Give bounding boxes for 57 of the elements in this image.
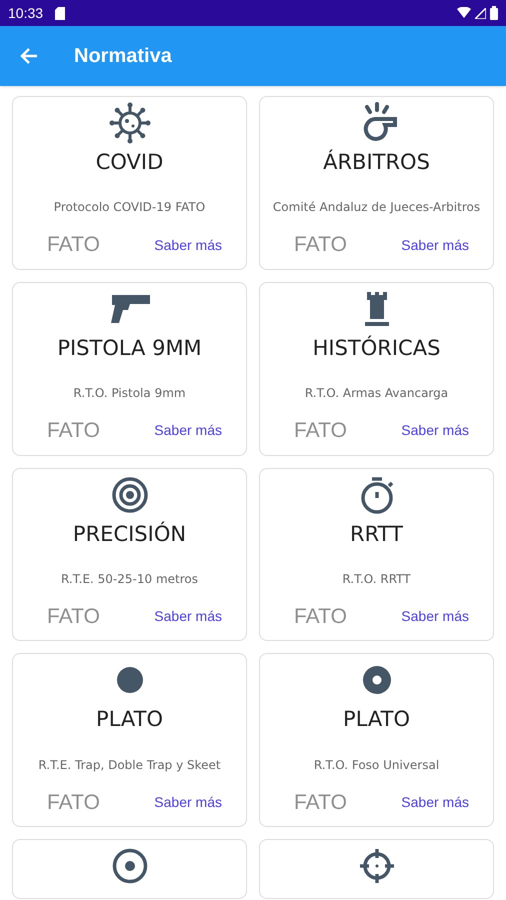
crosshair-icon bbox=[358, 847, 396, 885]
back-button[interactable] bbox=[20, 48, 38, 64]
card[interactable] bbox=[259, 839, 494, 899]
card-title: RRTT bbox=[350, 520, 403, 547]
card[interactable]: ÁRBITROS Comité Andaluz de Jueces-Arbitros FATO Saber más bbox=[259, 96, 494, 270]
card[interactable]: RRTT R.T.O. RRTT FATO Saber más bbox=[259, 468, 494, 642]
brand-label: FATO bbox=[47, 232, 100, 258]
virus-icon bbox=[108, 101, 152, 145]
more-link[interactable]: Saber más bbox=[154, 420, 222, 442]
card-title: PLATO bbox=[96, 706, 163, 732]
card-description: R.T.O. Armas Avancarga bbox=[304, 385, 448, 402]
brand-label: FATO bbox=[47, 418, 100, 444]
card-description: Protocolo COVID-19 FATO bbox=[54, 199, 206, 216]
more-link[interactable]: Saber más bbox=[401, 606, 469, 627]
stopwatch-icon bbox=[358, 476, 394, 514]
battery-icon bbox=[490, 6, 498, 20]
signal-icon bbox=[475, 8, 486, 18]
card-title: PRECISIÓN bbox=[72, 520, 186, 547]
dot-circle-icon bbox=[112, 848, 148, 884]
card-title: COVID bbox=[96, 149, 164, 176]
more-link[interactable]: Saber más bbox=[401, 792, 469, 813]
brand-label: FATO bbox=[294, 790, 347, 816]
wifi-icon bbox=[457, 7, 471, 19]
card-title: HISTÓRICAS bbox=[312, 334, 440, 361]
card-description: R.T.O. Pistola 9mm bbox=[73, 385, 186, 402]
brand-label: FATO bbox=[294, 604, 347, 630]
brand-label: FATO bbox=[294, 418, 347, 444]
card-description: Comité Andaluz de Jueces-Arbitros bbox=[272, 199, 480, 216]
card-title: ÁRBITROS bbox=[323, 149, 430, 176]
card-title: PISTOLA 9MM bbox=[57, 334, 202, 361]
card[interactable]: PISTOLA 9MM R.T.O. Pistola 9mm FATO Saber más bbox=[12, 282, 247, 456]
more-link[interactable]: Saber más bbox=[154, 606, 222, 627]
clock: 10:33 bbox=[8, 4, 44, 22]
card-description: R.T.O. RRTT bbox=[342, 570, 411, 588]
card-description: R.T.O. Foso Universal bbox=[314, 756, 440, 774]
ring-icon bbox=[362, 665, 392, 696]
sd-card-icon bbox=[55, 6, 66, 20]
more-link[interactable]: Saber más bbox=[154, 234, 222, 256]
target-icon bbox=[110, 476, 148, 514]
card-description: R.T.E. Trap, Doble Trap y Skeet bbox=[38, 756, 221, 774]
card[interactable] bbox=[12, 839, 247, 899]
card[interactable]: PRECISIÓN R.T.E. 50-25-10 metros FATO Saber más bbox=[12, 468, 247, 642]
brand-label: FATO bbox=[294, 232, 347, 258]
card-description: R.T.E. 50-25-10 metros bbox=[61, 570, 198, 588]
card[interactable]: COVID Protocolo COVID-19 FATO FATO Saber más bbox=[12, 96, 247, 270]
card-title: PLATO bbox=[343, 706, 410, 732]
more-link[interactable]: Saber más bbox=[401, 234, 469, 256]
screen-title: Normativa bbox=[74, 44, 172, 69]
card[interactable]: PLATO R.T.E. Trap, Doble Trap y Skeet FATO Saber más bbox=[12, 653, 247, 827]
more-link[interactable]: Saber más bbox=[154, 792, 222, 813]
disc-icon bbox=[116, 666, 144, 694]
card[interactable]: HISTÓRICAS R.T.O. Armas Avancarga FATO Saber más bbox=[259, 282, 494, 456]
more-link[interactable]: Saber más bbox=[401, 420, 469, 442]
brand-label: FATO bbox=[47, 604, 100, 630]
back-arrow-icon bbox=[20, 48, 38, 64]
card[interactable]: PLATO R.T.O. Foso Universal FATO Saber más bbox=[259, 653, 494, 827]
brand-label: FATO bbox=[47, 790, 100, 816]
